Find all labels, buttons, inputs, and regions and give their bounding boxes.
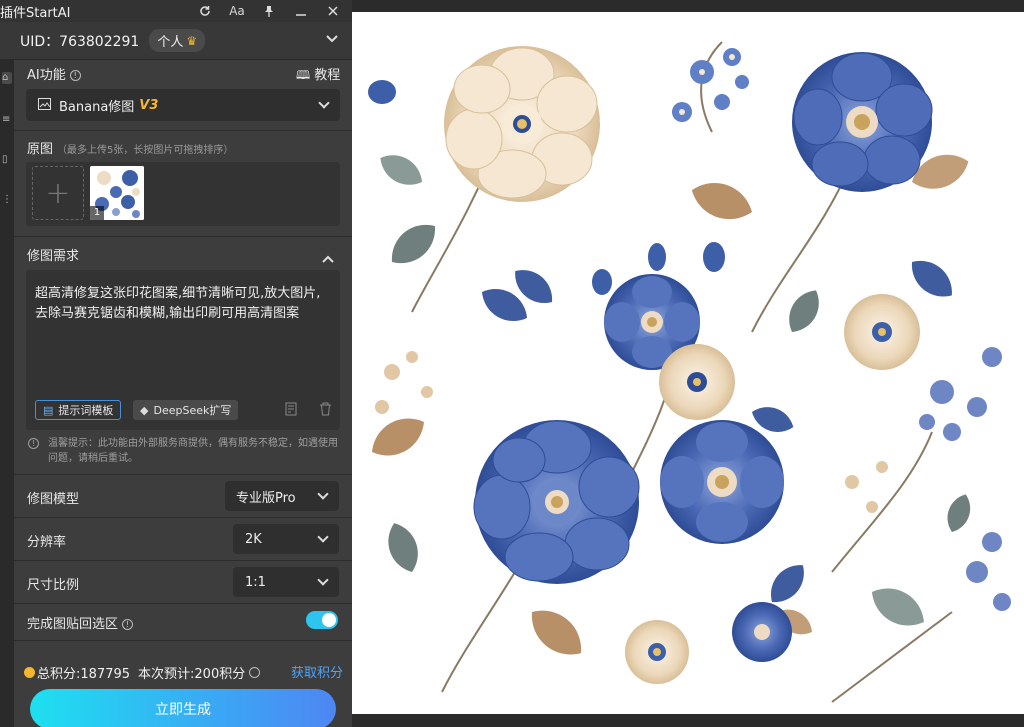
tool-icon[interactable]: ≡ — [2, 114, 12, 126]
close-icon[interactable] — [322, 0, 344, 22]
thumbnail-index: 1 — [90, 206, 104, 220]
resolution-label: 分辨率 — [27, 535, 67, 550]
window-title: 插件StartAI — [0, 5, 71, 21]
divider — [14, 560, 352, 561]
prompt-text: 超高清修复这张印花图案,细节清晰可见,放大图片,去除马赛克锯齿和模糊,输出印刷可… — [35, 286, 321, 321]
tutorial-link[interactable]: 🕮 教程 — [296, 64, 340, 87]
chevron-down-icon — [317, 488, 329, 500]
account-bar[interactable]: UID：763802291 个人 ♛ — [0, 22, 352, 60]
ratio-label: 尺寸比例 — [27, 578, 80, 593]
title-bar: 插件StartAI Aa — [0, 0, 352, 22]
coin-icon — [24, 666, 35, 678]
get-points-link[interactable]: 获取积分 — [291, 662, 343, 681]
ai-function-text: AI功能 — [27, 68, 66, 83]
info-icon[interactable]: ! — [69, 70, 81, 81]
ai-function-value: Banana修图 — [59, 99, 135, 115]
generate-button[interactable]: 立即生成 — [30, 689, 336, 727]
prompt-label: 修图需求 — [27, 249, 80, 264]
ai-function-select[interactable]: Banana修图 V3 — [26, 89, 340, 121]
paste-back-text: 完成图贴回选区 — [27, 617, 119, 632]
model-select[interactable]: 专业版Pro — [225, 481, 339, 511]
service-notice-text: 温馨提示：此功能由外部服务商提供，偶有服务不稳定，如遇使用问题，请稍后重试。 — [48, 438, 338, 464]
floral-artwork[interactable] — [352, 12, 1024, 714]
deepseek-expand-button[interactable]: ◆ DeepSeek扩写 — [133, 400, 239, 420]
uploaded-thumbnail[interactable]: 1 — [90, 166, 144, 220]
info-icon[interactable] — [249, 666, 261, 678]
account-type-label: 个人 — [157, 35, 184, 50]
divider — [14, 236, 352, 237]
canvas-area — [352, 0, 1024, 727]
total-points: 总积分:187795 — [37, 666, 131, 682]
tool-icon[interactable]: ▯ — [2, 154, 12, 166]
tool-icon-active[interactable]: ⌂ — [2, 72, 12, 84]
ratio-select[interactable]: 1:1 — [233, 567, 339, 597]
divider — [14, 603, 352, 604]
font-size-icon[interactable]: Aa — [226, 0, 248, 22]
refresh-icon[interactable] — [194, 0, 216, 22]
trash-icon[interactable] — [317, 402, 333, 418]
book-icon: 🕮 — [296, 68, 311, 82]
whale-icon: ◆ — [140, 403, 149, 417]
minimize-icon[interactable] — [290, 0, 312, 22]
model-label: 修图模型 — [27, 492, 80, 507]
chevron-up-icon[interactable] — [322, 248, 334, 267]
estimated-cost: 本次预计:200积分 — [138, 666, 246, 682]
upload-hint: （最多上传5张，长按图片可拖拽排序） — [57, 145, 234, 156]
add-image-button[interactable]: + — [32, 166, 84, 220]
book-icon: ▤ — [43, 403, 54, 417]
prompt-template-label: 提示词模板 — [58, 404, 114, 417]
tool-icon[interactable]: ⋮ — [2, 194, 12, 206]
resolution-select[interactable]: 2K — [233, 524, 339, 554]
info-icon[interactable]: ! — [122, 619, 134, 630]
user-id: UID：763802291 — [20, 33, 140, 50]
paste-back-label: 完成图贴回选区! — [27, 613, 134, 632]
divider — [14, 474, 352, 475]
model-value: 专业版Pro — [236, 490, 296, 506]
pin-icon[interactable] — [258, 0, 280, 22]
deepseek-expand-label: DeepSeek扩写 — [153, 404, 232, 417]
info-icon: ! — [28, 438, 39, 449]
divider — [14, 517, 352, 518]
version-tag: V3 — [139, 97, 159, 113]
chevron-down-icon — [318, 97, 330, 109]
toggle-knob — [322, 613, 336, 627]
resolution-value: 2K — [245, 531, 262, 547]
chevron-down-icon — [317, 531, 329, 543]
ai-function-label: AI功能! — [27, 64, 81, 83]
divider — [14, 640, 352, 641]
prompt-template-button[interactable]: ▤ 提示词模板 — [35, 400, 122, 420]
upload-label: 原图 （最多上传5张，长按图片可拖拽排序） — [27, 138, 233, 157]
tutorial-text: 教程 — [314, 68, 341, 83]
service-notice: ! 温馨提示：此功能由外部服务商提供，偶有服务不稳定，如遇使用问题，请稍后重试。 — [28, 436, 338, 466]
chevron-down-icon[interactable] — [326, 32, 338, 46]
plugin-panel: 插件StartAI Aa UID：763802291 个人 ♛ AI功能 ! 🕮… — [0, 0, 352, 727]
tool-strip: ⌂ ≡ ▯ ⋮ — [0, 60, 14, 727]
prompt-textarea[interactable]: 超高清修复这张印花图案,细节清晰可见,放大图片,去除马赛克锯齿和模糊,输出印刷可… — [26, 270, 340, 430]
history-icon[interactable] — [284, 402, 300, 418]
chevron-down-icon — [317, 574, 329, 586]
account-type-badge: 个人 ♛ — [149, 29, 206, 52]
ratio-value: 1:1 — [245, 574, 266, 590]
paste-back-toggle[interactable] — [306, 611, 338, 629]
image-icon — [38, 97, 51, 113]
upload-area: + 1 — [26, 162, 340, 226]
divider — [14, 130, 352, 131]
crown-icon: ♛ — [186, 33, 198, 48]
upload-label-text: 原图 — [27, 142, 54, 157]
